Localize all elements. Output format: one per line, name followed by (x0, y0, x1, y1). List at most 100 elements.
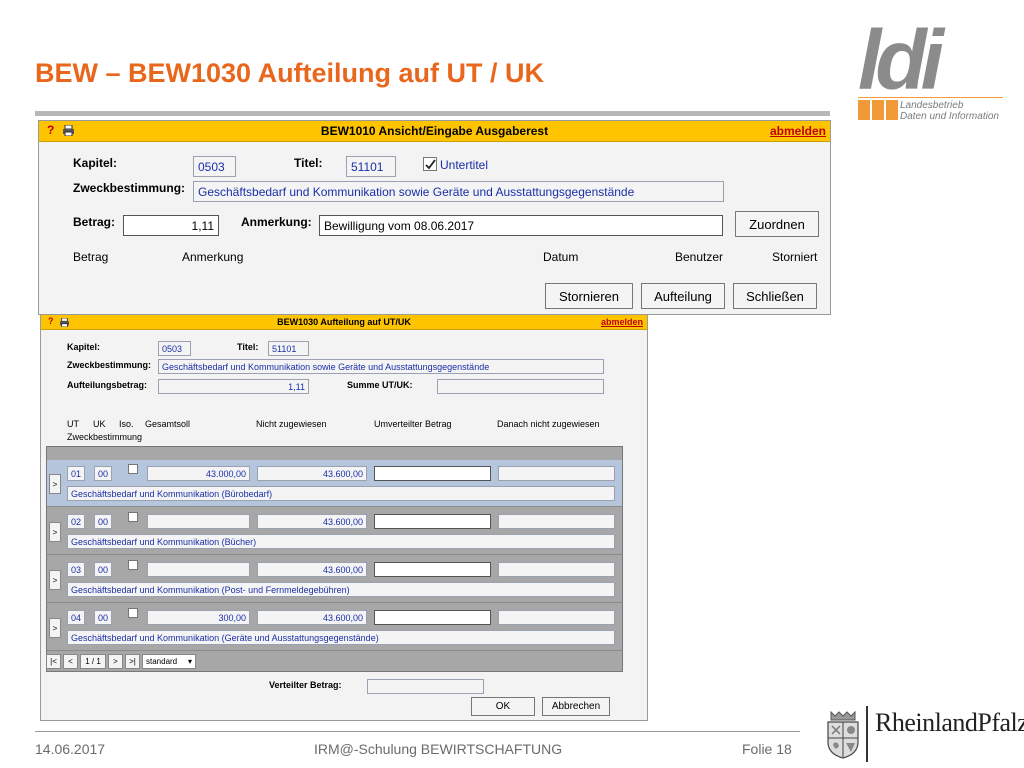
bew1010-window: ? BEW1010 Ansicht/Eingabe Ausgaberest ab… (38, 120, 831, 315)
untertitel-label: Untertitel (440, 158, 489, 172)
titel-field[interactable]: 51101 (346, 156, 396, 177)
col-storniert: Storniert (772, 250, 818, 264)
iso-checkbox[interactable] (128, 560, 138, 570)
ut-field[interactable]: 01 (67, 466, 85, 481)
iso-checkbox[interactable] (128, 464, 138, 474)
row-select-button[interactable]: > (49, 474, 61, 494)
aufteilungsbetrag-field[interactable]: 1,11 (158, 379, 309, 394)
umverteilt-input[interactable] (374, 562, 491, 577)
kapitel-field[interactable]: 0503 (158, 341, 191, 356)
iso-checkbox[interactable] (128, 512, 138, 522)
uk-field[interactable]: 00 (94, 514, 112, 529)
danach-field[interactable] (498, 562, 615, 577)
col-anmerkung: Anmerkung (182, 250, 244, 264)
zuordnen-button[interactable]: Zuordnen (735, 211, 819, 237)
col-datum: Datum (543, 250, 579, 264)
iso-checkbox[interactable] (128, 608, 138, 618)
header-zweck: Zweckbestimmung (67, 432, 143, 442)
verteilt-label: Verteilter Betrag: (269, 680, 342, 690)
first-page-button[interactable]: |< (46, 654, 61, 669)
untertitel-checkbox[interactable] (423, 157, 437, 171)
anmerkung-label: Anmerkung: (241, 215, 312, 229)
anmerkung-input[interactable]: Bewilligung vom 08.06.2017 (319, 215, 723, 236)
betrag-input[interactable]: 1,11 (123, 215, 219, 236)
bew1030-title: BEW1030 Aufteilung auf UT/UK (277, 317, 411, 327)
footer-date: 14.06.2017 (35, 741, 106, 757)
gesamtsoll-field[interactable]: 300,00 (147, 610, 250, 625)
ut-field[interactable]: 02 (67, 514, 85, 529)
ut-field[interactable]: 04 (67, 610, 85, 625)
zweck-row-field[interactable]: Geschäftsbedarf und Kommunikation (Gerät… (67, 630, 615, 645)
rlp-logo-text: RheinlandPfalz (875, 708, 1024, 737)
kapitel-label: Kapitel: (67, 342, 101, 352)
uk-field[interactable]: 00 (94, 610, 112, 625)
zweck-field[interactable]: Geschäftsbedarf und Kommunikation sowie … (193, 181, 724, 202)
logout-link[interactable]: abmelden (601, 317, 643, 327)
zweck-label: Zweckbestimmung: (67, 360, 152, 370)
rlp-logo-divider (866, 706, 868, 762)
header-gesamtsoll: Gesamtsoll (145, 419, 191, 429)
danach-field[interactable] (498, 466, 615, 481)
danach-field[interactable] (498, 514, 615, 529)
gesamtsoll-field[interactable] (147, 562, 250, 577)
table-row[interactable]: > 02 00 43.600,00 Geschäftsbedarf und Ko… (47, 508, 622, 555)
bew1010-title: BEW1010 Ansicht/Eingabe Ausgaberest (320, 124, 549, 138)
nicht-zugewiesen-field[interactable]: 43.600,00 (257, 610, 367, 625)
title-divider (35, 111, 830, 116)
umverteilt-input[interactable] (374, 610, 491, 625)
ldi-logo-subtitle: Landesbetrieb Daten und Information (900, 100, 999, 122)
ut-field[interactable]: 03 (67, 562, 85, 577)
abbrechen-button[interactable]: Abbrechen (542, 697, 610, 716)
gesamtsoll-field[interactable] (147, 514, 250, 529)
table-row[interactable]: > 04 00 300,00 43.600,00 Geschäftsbedarf… (47, 604, 622, 651)
titel-field[interactable]: 51101 (268, 341, 309, 356)
stornieren-button[interactable]: Stornieren (545, 283, 633, 309)
slide-title: BEW – BEW1030 Aufteilung auf UT / UK (35, 58, 545, 88)
row-select-button[interactable]: > (49, 522, 61, 542)
summe-field[interactable] (437, 379, 604, 394)
row-select-button[interactable]: > (49, 618, 61, 638)
umverteilt-input[interactable] (374, 466, 491, 481)
nicht-zugewiesen-field[interactable]: 43.600,00 (257, 466, 367, 481)
titel-label: Titel: (294, 156, 323, 170)
last-page-button[interactable]: >| (125, 654, 140, 669)
nicht-zugewiesen-field[interactable]: 43.600,00 (257, 514, 367, 529)
chevron-down-icon: ▾ (187, 657, 192, 666)
next-page-button[interactable]: > (108, 654, 123, 669)
zweck-row-field[interactable]: Geschäftsbedarf und Kommunikation (Bürob… (67, 486, 615, 501)
prev-page-button[interactable]: < (63, 654, 78, 669)
ldi-logo: ldi Landesbetrieb Daten und Information (858, 18, 1008, 122)
danach-field[interactable] (498, 610, 615, 625)
schliessen-button[interactable]: Schließen (733, 283, 817, 309)
logout-link[interactable]: abmelden (770, 124, 826, 138)
header-iso: Iso. (119, 419, 134, 429)
kapitel-field[interactable]: 0503 (193, 156, 236, 177)
zweck-label: Zweckbestimmung: (73, 181, 186, 195)
zweck-field[interactable]: Geschäftsbedarf und Kommunikation sowie … (158, 359, 604, 374)
umverteilt-input[interactable] (374, 514, 491, 529)
ldi-logo-line (858, 97, 1003, 98)
footer-center: IRM@-Schulung BEWIRTSCHAFTUNG (314, 741, 563, 757)
view-select[interactable]: standard ▾ (142, 654, 196, 669)
zweck-row-field[interactable]: Geschäftsbedarf und Kommunikation (Büche… (67, 534, 615, 549)
bew1030-window: ? BEW1030 Aufteilung auf UT/UK abmelden … (40, 314, 648, 721)
betrag-label: Betrag: (73, 215, 116, 229)
kapitel-label: Kapitel: (73, 156, 118, 170)
titel-label: Titel: (237, 342, 259, 352)
ldi-logo-bars (858, 100, 898, 120)
gesamtsoll-field[interactable]: 43.000,00 (147, 466, 250, 481)
ok-button[interactable]: OK (471, 697, 535, 716)
aufteilung-button[interactable]: Aufteilung (641, 283, 725, 309)
table-row[interactable]: > 01 00 43.000,00 43.600,00 Geschäftsbed… (47, 460, 622, 507)
zweck-row-field[interactable]: Geschäftsbedarf und Kommunikation (Post-… (67, 582, 615, 597)
uk-field[interactable]: 00 (94, 562, 112, 577)
uk-field[interactable]: 00 (94, 466, 112, 481)
row-select-button[interactable]: > (49, 570, 61, 590)
aufteilungsbetrag-label: Aufteilungsbetrag: (67, 380, 147, 390)
check-icon (424, 158, 436, 169)
col-betrag: Betrag (73, 250, 109, 264)
table-row[interactable]: > 03 00 43.600,00 Geschäftsbedarf und Ko… (47, 556, 622, 603)
header-nicht-zugewiesen: Nicht zugewiesen (256, 419, 327, 429)
nicht-zugewiesen-field[interactable]: 43.600,00 (257, 562, 367, 577)
verteilt-field[interactable] (367, 679, 484, 694)
